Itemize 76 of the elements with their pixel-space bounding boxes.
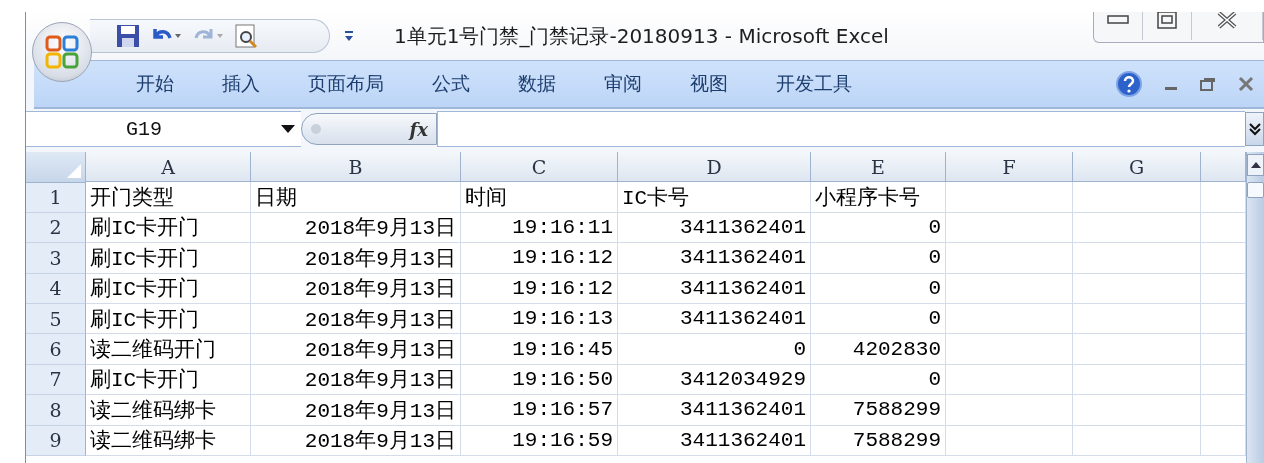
minimize-icon[interactable] [1107,15,1129,25]
column-header[interactable]: G [1073,152,1201,182]
table-cell: 2018年9月13日 [251,364,461,396]
table-cell: 2018年9月13日 [251,395,461,426]
table-cell: 日期 [251,182,461,213]
ribbon-tab[interactable]: 数据 [494,65,580,103]
table-cell: 3412034929 [618,364,811,396]
scroll-up-icon[interactable] [1247,154,1264,176]
row-header[interactable]: 9 [26,425,86,456]
table-cell: 19:16:12 [461,243,618,274]
column-header[interactable]: C [461,152,618,182]
insert-function-button[interactable]: fx [301,113,437,145]
row-header[interactable]: 4 [26,273,86,304]
table-cell: 3411362401 [618,395,811,426]
table-cell: 19:16:12 [461,273,618,304]
expand-icon[interactable] [1245,112,1264,146]
ribbon-tab[interactable]: 公式 [408,65,494,103]
table-cell: 刷IC卡开门 [86,243,251,274]
ribbon-tab[interactable]: 审阅 [580,65,666,103]
table-cell: 19:16:57 [461,395,618,426]
column-header[interactable]: E [811,152,946,182]
corner-triangle-icon [67,164,81,178]
column-header[interactable]: D [618,152,811,182]
ribbon-tab[interactable]: 视图 [666,65,752,103]
row-header[interactable]: 7 [26,364,86,396]
table-cell: 3411362401 [618,303,811,335]
circle-icon [310,123,322,135]
table-cell: 刷IC卡开门 [86,364,251,396]
table-cell: 时间 [461,182,618,213]
row-header[interactable]: 5 [26,303,86,335]
table-cell: 2018年9月13日 [251,243,461,274]
table-cell: 2018年9月13日 [251,212,461,244]
table-cell: 3411362401 [618,212,811,244]
table-cell: IC卡号 [618,182,811,213]
print-preview-icon[interactable] [234,23,260,49]
row-header[interactable]: 8 [26,395,86,426]
ribbon-tab[interactable]: 开始 [112,65,198,103]
table-cell: 读二维码开门 [86,334,251,365]
table-cell: 读二维码绑卡 [86,425,251,456]
ribbon-tab[interactable]: 插入 [198,65,284,103]
table-cell: 3411362401 [618,425,811,456]
table-cell: 0 [618,334,811,365]
column-header[interactable]: B [251,152,461,182]
row-header[interactable]: 2 [26,212,86,244]
ribbon-tab[interactable]: 页面布局 [284,65,408,103]
table-cell: 2018年9月13日 [251,303,461,335]
maximize-icon[interactable] [1157,12,1177,29]
column-header[interactable]: A [86,152,251,182]
dropdown-arrow-icon[interactable] [281,125,295,133]
table-cell: 刷IC卡开门 [86,212,251,244]
table-cell: 刷IC卡开门 [86,273,251,304]
table-cell: 19:16:59 [461,425,618,456]
formula-input[interactable] [437,111,1245,147]
table-cell: 读二维码绑卡 [86,395,251,426]
row-header[interactable]: 6 [26,334,86,365]
row-header[interactable]: 1 [26,182,86,213]
table-cell: 2018年9月13日 [251,273,461,304]
close-icon[interactable] [1216,12,1238,29]
table-cell: 3411362401 [618,243,811,274]
column-header[interactable]: F [946,152,1073,182]
table-cell: 19:16:13 [461,303,618,335]
window-title: 1单元1号门禁_门禁记录-20180913 - Microsoft Excel [394,22,889,50]
customize-dropdown-icon[interactable] [344,29,354,43]
save-icon[interactable] [116,24,140,48]
table-cell: 2018年9月13日 [251,334,461,365]
table-cell: 开门类型 [86,182,251,213]
name-box[interactable]: G19 [26,111,301,147]
ribbon-tab[interactable]: 开发工具 [752,65,876,103]
table-cell: 19:16:45 [461,334,618,365]
scroll-thumb[interactable] [1247,182,1264,198]
row-header[interactable]: 3 [26,243,86,274]
table-cell: 19:16:50 [461,364,618,396]
table-cell: 2018年9月13日 [251,425,461,456]
table-cell: 3411362401 [618,273,811,304]
table-cell: 刷IC卡开门 [86,303,251,335]
table-cell: 19:16:11 [461,212,618,244]
